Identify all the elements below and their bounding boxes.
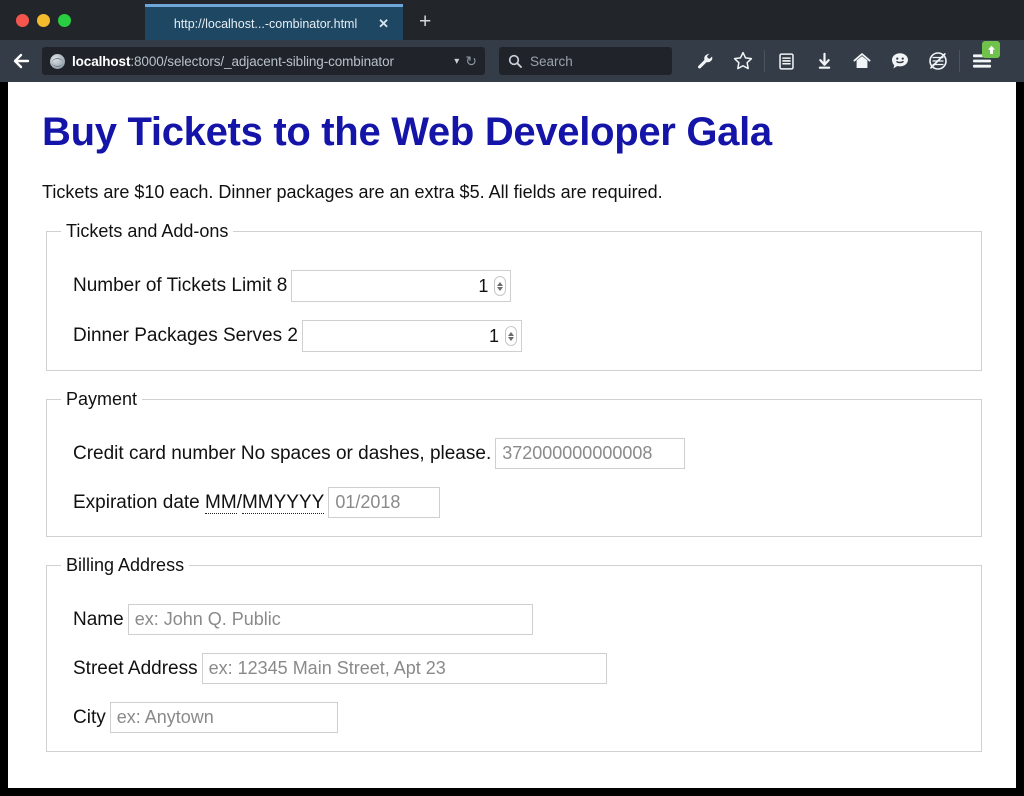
label-text: Expiration date — [73, 492, 200, 513]
new-tab-button[interactable]: + — [403, 11, 445, 40]
web-page: Buy Tickets to the Web Developer Gala Ti… — [8, 110, 1016, 752]
browser-window: http://localhost...-combinator.html ✕ + … — [0, 0, 1024, 796]
back-button[interactable] — [0, 40, 42, 82]
label-street-address: Street Address — [73, 658, 198, 680]
field-row-number-of-tickets: Number of Tickets Limit 8 — [61, 270, 967, 302]
label-billing-name: Name — [73, 609, 124, 631]
label-text: Dinner Packages — [73, 325, 218, 346]
number-input-wrapper-tickets — [291, 270, 511, 302]
pocket-icon[interactable] — [919, 40, 957, 82]
abbr-month-year: MMYYYY — [242, 492, 324, 514]
fieldset-payment: Payment Credit card number No spaces or … — [46, 389, 982, 537]
hint-credit-card-number: No spaces or dashes, please. — [241, 443, 491, 464]
search-box[interactable]: Search — [499, 47, 672, 75]
spinner-dinner-packages[interactable] — [505, 326, 517, 346]
globe-icon — [50, 54, 65, 69]
fieldset-tickets-and-addons: Tickets and Add-ons Number of Tickets Li… — [46, 221, 982, 371]
field-row-expiration-date: Expiration date MM/MMYYYY — [61, 487, 967, 518]
label-city: City — [73, 707, 106, 729]
abbr-month: MM — [205, 492, 237, 514]
input-dinner-packages[interactable] — [302, 320, 522, 352]
input-credit-card-number[interactable] — [495, 438, 685, 469]
update-badge-icon — [982, 41, 1000, 58]
fieldset-legend: Billing Address — [61, 555, 189, 576]
search-icon — [508, 54, 522, 68]
label-credit-card-number: Credit card number No spaces or dashes, … — [73, 443, 491, 465]
input-street-address[interactable] — [202, 653, 607, 684]
toolbar-divider — [764, 50, 765, 72]
fieldset-billing-address: Billing Address Name Street Address City — [46, 555, 982, 752]
input-number-of-tickets[interactable] — [291, 270, 511, 302]
star-icon[interactable] — [724, 40, 762, 82]
toolbar-divider-2 — [959, 50, 960, 72]
window-controls — [0, 0, 71, 40]
download-icon[interactable] — [805, 40, 843, 82]
toolbar-icons — [686, 40, 1002, 82]
url-host: localhost — [72, 54, 130, 69]
spinner-up-icon[interactable] — [508, 332, 514, 336]
label-text: Number of Tickets — [73, 275, 226, 296]
wrench-icon[interactable] — [686, 40, 724, 82]
smiley-icon[interactable] — [881, 40, 919, 82]
spinner-up-icon[interactable] — [497, 282, 503, 286]
hint-number-of-tickets: Limit 8 — [231, 275, 287, 296]
tabs-area: http://localhost...-combinator.html ✕ + — [145, 0, 445, 40]
browser-tab-active[interactable]: http://localhost...-combinator.html ✕ — [145, 4, 403, 40]
field-row-city: City — [61, 702, 967, 733]
home-icon[interactable] — [843, 40, 881, 82]
reload-icon[interactable]: ↻ — [465, 53, 479, 70]
close-tab-icon[interactable]: ✕ — [372, 17, 395, 30]
minimize-window-button[interactable] — [37, 14, 50, 27]
field-row-credit-card-number: Credit card number No spaces or dashes, … — [61, 438, 967, 469]
url-path: :8000/selectors/_adjacent-sibling-combin… — [130, 54, 394, 69]
label-expiration-date: Expiration date MM/MMYYYY — [73, 492, 324, 514]
close-window-button[interactable] — [16, 14, 29, 27]
field-row-street-address: Street Address — [61, 653, 967, 684]
page-title: Buy Tickets to the Web Developer Gala — [8, 110, 1016, 154]
chevron-down-icon[interactable]: ▾ — [450, 56, 465, 67]
fieldset-legend: Payment — [61, 389, 142, 410]
spinner-down-icon[interactable] — [508, 337, 514, 341]
url-text: localhost:8000/selectors/_adjacent-sibli… — [72, 54, 450, 69]
input-city[interactable] — [110, 702, 338, 733]
field-row-dinner-packages: Dinner Packages Serves 2 — [61, 320, 967, 352]
input-billing-name[interactable] — [128, 604, 533, 635]
hint-dinner-packages: Serves 2 — [223, 325, 298, 346]
number-input-wrapper-dinner — [302, 320, 522, 352]
label-number-of-tickets: Number of Tickets Limit 8 — [73, 275, 287, 297]
fieldset-legend: Tickets and Add-ons — [61, 221, 233, 242]
label-text: Credit card number — [73, 443, 236, 464]
reader-list-icon[interactable] — [767, 40, 805, 82]
tab-title: http://localhost...-combinator.html — [159, 17, 372, 31]
hamburger-menu-button[interactable] — [962, 40, 1002, 82]
spinner-number-of-tickets[interactable] — [494, 276, 506, 296]
page-intro-text: Tickets are $10 each. Dinner packages ar… — [8, 182, 1016, 203]
navigation-toolbar: localhost:8000/selectors/_adjacent-sibli… — [0, 40, 1024, 82]
spinner-down-icon[interactable] — [497, 287, 503, 291]
page-viewport: Buy Tickets to the Web Developer Gala Ti… — [8, 82, 1016, 788]
label-dinner-packages: Dinner Packages Serves 2 — [73, 325, 298, 347]
maximize-window-button[interactable] — [58, 14, 71, 27]
address-bar[interactable]: localhost:8000/selectors/_adjacent-sibli… — [42, 47, 485, 75]
search-placeholder: Search — [530, 54, 573, 69]
input-expiration-date[interactable] — [328, 487, 440, 518]
field-row-billing-name: Name — [61, 604, 967, 635]
tab-strip: http://localhost...-combinator.html ✕ + — [0, 0, 1024, 40]
